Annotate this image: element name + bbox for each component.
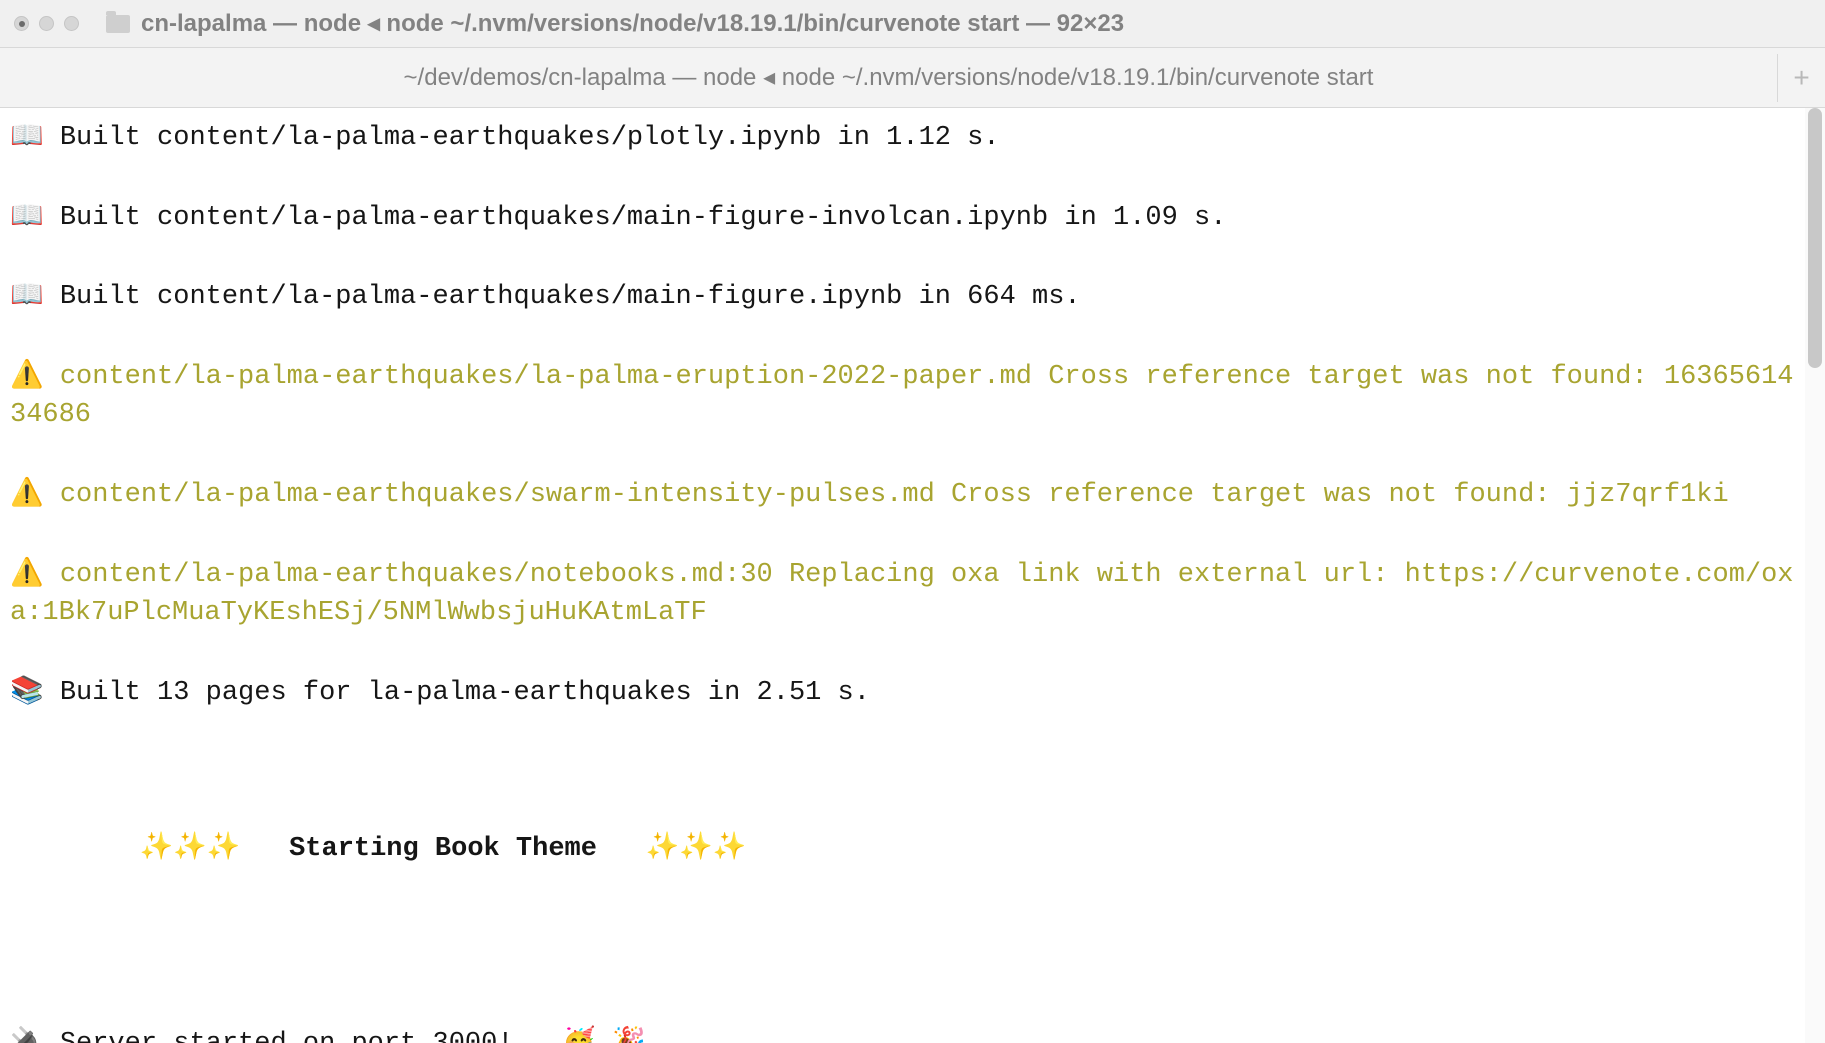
book-icon: 📖 — [10, 200, 44, 230]
folder-icon — [106, 15, 130, 33]
zoom-window-button[interactable] — [64, 16, 79, 31]
terminal-line: 📖 Built content/la-palma-earthquakes/plo… — [10, 116, 1795, 157]
theme-start-line: ✨✨✨ Starting Book Theme ✨✨✨ — [10, 827, 1795, 868]
tab-terminal[interactable]: ~/dev/demos/cn-lapalma — node ◂ node ~/.… — [0, 48, 1777, 107]
log-text: Built content/la-palma-earthquakes/plotl… — [44, 123, 1000, 153]
plug-icon: 🔌 — [10, 1026, 44, 1043]
sparkles-icon: ✨✨✨ — [140, 831, 241, 861]
window-title: cn-lapalma — node ◂ node ~/.nvm/versions… — [141, 9, 1811, 38]
log-text: content/la-palma-earthquakes/notebooks.m… — [10, 560, 1794, 628]
log-text: content/la-palma-earthquakes/la-palma-er… — [10, 362, 1794, 430]
book-icon: 📖 — [10, 120, 44, 150]
terminal-line: 📖 Built content/la-palma-earthquakes/mai… — [10, 196, 1795, 237]
log-text: Built 13 pages for la-palma-earthquakes … — [44, 678, 870, 708]
terminal-line: ⚠️ content/la-palma-earthquakes/notebook… — [10, 553, 1795, 633]
warning-icon: ⚠️ — [10, 477, 44, 507]
terminal-line: ⚠️ content/la-palma-earthquakes/la-palma… — [10, 355, 1795, 435]
terminal-content[interactable]: 📖 Built content/la-palma-earthquakes/plo… — [0, 108, 1805, 1043]
terminal-line: 📚 Built 13 pages for la-palma-earthquake… — [10, 671, 1795, 712]
scrollbar[interactable] — [1805, 108, 1825, 1043]
book-icon: 📖 — [10, 279, 44, 309]
warning-icon: ⚠️ — [10, 359, 44, 389]
warning-icon: ⚠️ — [10, 557, 44, 587]
terminal-line: 📖 Built content/la-palma-earthquakes/mai… — [10, 275, 1795, 316]
sparkles-icon: ✨✨✨ — [646, 831, 747, 861]
minimize-window-button[interactable] — [39, 16, 54, 31]
close-window-button[interactable] — [14, 16, 29, 31]
log-text: Built content/la-palma-earthquakes/main-… — [44, 282, 1081, 312]
new-tab-button[interactable]: + — [1777, 54, 1825, 102]
party-face-icon: 🥳 — [562, 1026, 596, 1043]
log-text: content/la-palma-earthquakes/swarm-inten… — [44, 480, 1729, 510]
tab-label: ~/dev/demos/cn-lapalma — node ◂ node ~/.… — [404, 63, 1374, 92]
theme-text: Starting Book Theme — [289, 834, 597, 864]
server-text: Server started on port 3000! — [60, 1029, 514, 1043]
window-titlebar: cn-lapalma — node ◂ node ~/.nvm/versions… — [0, 0, 1825, 48]
terminal-line: ⚠️ content/la-palma-earthquakes/swarm-in… — [10, 473, 1795, 514]
log-text: Built content/la-palma-earthquakes/main-… — [44, 203, 1227, 233]
tab-bar: ~/dev/demos/cn-lapalma — node ◂ node ~/.… — [0, 48, 1825, 108]
traffic-lights — [14, 16, 79, 31]
server-started-line: 🔌 Server started on port 3000! 🥳 🎉 — [10, 1022, 1795, 1043]
plus-icon: + — [1793, 62, 1809, 94]
books-icon: 📚 — [10, 675, 44, 705]
confetti-icon: 🎉 — [612, 1026, 646, 1043]
scrollbar-thumb[interactable] — [1808, 108, 1822, 368]
terminal-area: 📖 Built content/la-palma-earthquakes/plo… — [0, 108, 1825, 1043]
